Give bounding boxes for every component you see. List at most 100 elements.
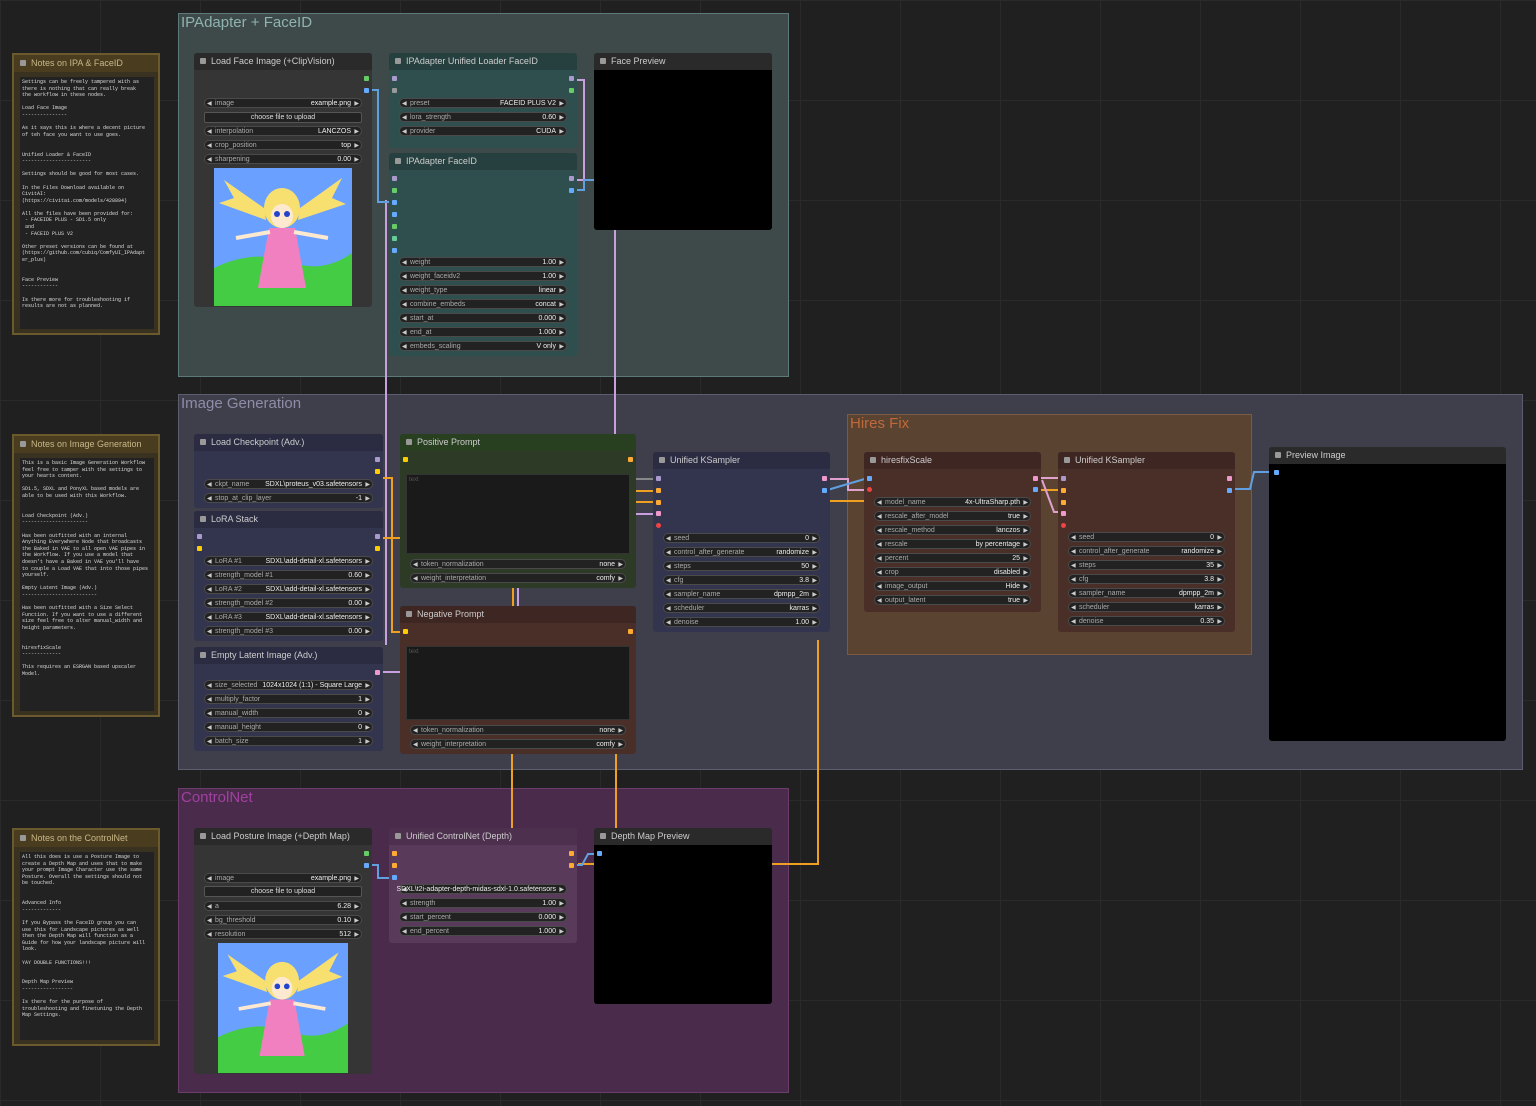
input-slot[interactable] <box>656 488 661 493</box>
widget-strength-model-1[interactable]: ◀ strength_model #1 0.60 ▶ <box>204 570 373 580</box>
widget-crop-position[interactable]: ◀ crop_position top ▶ <box>204 140 362 150</box>
input-slot[interactable] <box>656 511 661 516</box>
output-slot[interactable] <box>628 457 633 462</box>
input-slot[interactable] <box>197 534 202 539</box>
output-slot[interactable] <box>364 88 369 93</box>
node-preview-image[interactable]: Preview Image <box>1269 447 1506 741</box>
input-slot[interactable] <box>392 200 397 205</box>
input-slot[interactable] <box>403 629 408 634</box>
input-slot[interactable] <box>392 863 397 868</box>
output-slot[interactable] <box>822 488 827 493</box>
widget-weight-interpretation[interactable]: ◀ weight_interpretation comfy ▶ <box>410 573 626 583</box>
widget-a[interactable]: ◀ a 6.28 ▶ <box>204 901 362 911</box>
node-depth-map-preview[interactable]: Depth Map Preview <box>594 828 772 1004</box>
output-slot[interactable] <box>375 546 380 551</box>
output-slot[interactable] <box>822 476 827 481</box>
input-slot[interactable] <box>867 487 872 492</box>
input-slot[interactable] <box>392 76 397 81</box>
input-slot[interactable] <box>392 236 397 241</box>
output-slot[interactable] <box>569 88 574 93</box>
widget-lora-3[interactable]: ◀ LoRA #3 SDXL\add-detail-xl.safetensors ▶ <box>204 612 373 622</box>
widget-strength-model-3[interactable]: ◀ strength_model #3 0.00 ▶ <box>204 626 373 636</box>
input-slot[interactable] <box>392 212 397 217</box>
widget-percent[interactable]: ◀ percent 25 ▶ <box>874 553 1031 563</box>
widget-strength-model-2[interactable]: ◀ strength_model #2 0.00 ▶ <box>204 598 373 608</box>
node-load-face-image[interactable]: Load Face Image (+ClipVision) ◀ image exam… <box>194 53 372 307</box>
positive-prompt-text[interactable]: text <box>406 474 630 554</box>
widget-start-percent[interactable]: ◀ start_percent 0.000 ▶ <box>399 912 567 922</box>
widget-scheduler[interactable]: ◀ scheduler karras ▶ <box>1068 602 1225 612</box>
widget-control-after-generate[interactable]: ◀ control_after_generate randomize ▶ <box>1068 546 1225 556</box>
upload-button[interactable]: choose file to upload <box>204 112 362 123</box>
widget-ckpt-name[interactable]: ◀ ckpt_name SDXL\proteus_v03.safetensors ▶ <box>204 479 373 489</box>
note-ipa-faceid[interactable]: Notes on IPA & FaceID Settings can be fr… <box>12 53 160 335</box>
input-slot[interactable] <box>597 851 602 856</box>
widget-combine-embeds[interactable]: ◀ combine_embeds concat ▶ <box>399 299 567 309</box>
node-ipadapter-unified-loader[interactable]: IPAdapter Unified Loader FaceID ◀ preset F… <box>389 53 577 148</box>
output-slot[interactable] <box>569 851 574 856</box>
widget-model-name[interactable]: ◀ model_name 4x-UltraSharp.pth ▶ <box>874 497 1031 507</box>
widget-start-at[interactable]: ◀ start_at 0.000 ▶ <box>399 313 567 323</box>
widget-cfg[interactable]: ◀ cfg 3.8 ▶ <box>663 575 820 585</box>
input-slot[interactable] <box>867 476 872 481</box>
widget-seed[interactable]: ◀ seed 0 ▶ <box>1068 532 1225 542</box>
widget-denoise[interactable]: ◀ denoise 1.00 ▶ <box>663 617 820 627</box>
output-slot[interactable] <box>628 629 633 634</box>
widget-manual-width[interactable]: ◀ manual_width 0 ▶ <box>204 708 373 718</box>
input-slot[interactable] <box>656 500 661 505</box>
widget-control-after-generate[interactable]: ◀ control_after_generate randomize ▶ <box>663 547 820 557</box>
input-slot[interactable] <box>392 224 397 229</box>
widget-rescale-method[interactable]: ◀ rescale_method lanczos ▶ <box>874 525 1031 535</box>
upload-button[interactable]: choose file to upload <box>204 886 362 897</box>
negative-prompt-text[interactable]: text <box>406 646 630 720</box>
widget-output-latent[interactable]: ◀ output_latent true ▶ <box>874 595 1031 605</box>
widget-steps[interactable]: ◀ steps 50 ▶ <box>663 561 820 571</box>
node-unified-controlnet[interactable]: Unified ControlNet (Depth) ◀ SDXL\t2i-ada… <box>389 828 577 943</box>
widget-manual-height[interactable]: ◀ manual_height 0 ▶ <box>204 722 373 732</box>
widget-image-output[interactable]: ◀ image_output Hide ▶ <box>874 581 1031 591</box>
widget-bg-threshold[interactable]: ◀ bg_threshold 0.10 ▶ <box>204 915 362 925</box>
output-slot[interactable] <box>1227 476 1232 481</box>
input-slot[interactable] <box>392 851 397 856</box>
input-slot[interactable] <box>392 88 397 93</box>
note-image-generation[interactable]: Notes on Image Generation This is a basi… <box>12 434 160 717</box>
node-hiresfixscale[interactable]: hiresfixScale ◀ model_name 4x-UltraSharp.p… <box>864 452 1041 612</box>
output-slot[interactable] <box>1033 476 1038 481</box>
input-slot[interactable] <box>392 176 397 181</box>
output-slot[interactable] <box>375 469 380 474</box>
widget-end-at[interactable]: ◀ end_at 1.000 ▶ <box>399 327 567 337</box>
widget-stop-at-clip-layer[interactable]: ◀ stop_at_clip_layer -1 ▶ <box>204 493 373 503</box>
input-slot[interactable] <box>1061 511 1066 516</box>
widget-interpolation[interactable]: ◀ interpolation LANCZOS ▶ <box>204 126 362 136</box>
widget-token-normalization[interactable]: ◀ token_normalization none ▶ <box>410 559 626 569</box>
node-ipadapter-faceid[interactable]: IPAdapter FaceID ◀ weight 1.00 ▶ ◀ weight_fa… <box>389 153 577 356</box>
widget-rescale-after-model[interactable]: ◀ rescale_after_model true ▶ <box>874 511 1031 521</box>
input-slot[interactable] <box>403 457 408 462</box>
output-slot[interactable] <box>375 534 380 539</box>
node-unified-ksampler-2[interactable]: Unified KSampler ◀ seed 0 ▶ ◀ control_after_… <box>1058 452 1235 632</box>
input-slot[interactable] <box>392 875 397 880</box>
widget-resolution[interactable]: ◀ resolution 512 ▶ <box>204 929 362 939</box>
output-slot[interactable] <box>569 863 574 868</box>
widget-weight-interpretation[interactable]: ◀ weight_interpretation comfy ▶ <box>410 739 626 749</box>
note-body[interactable]: Settings can be freely tampered with as … <box>20 77 154 329</box>
widget-image[interactable]: ◀ image example.png ▶ <box>204 873 362 883</box>
output-slot[interactable] <box>569 176 574 181</box>
output-slot[interactable] <box>364 863 369 868</box>
widget-preset[interactable]: ◀ preset FACEID PLUS V2 ▶ <box>399 98 567 108</box>
widget-lora-2[interactable]: ◀ LoRA #2 SDXL\add-detail-xl.safetensors ▶ <box>204 584 373 594</box>
widget-sampler-name[interactable]: ◀ sampler_name dpmpp_2m ▶ <box>1068 588 1225 598</box>
note-controlnet[interactable]: Notes on the ControlNet All this does is… <box>12 828 160 1046</box>
output-slot[interactable] <box>375 457 380 462</box>
widget-weight[interactable]: ◀ weight 1.00 ▶ <box>399 257 567 267</box>
input-slot[interactable] <box>656 476 661 481</box>
widget-cfg[interactable]: ◀ cfg 3.8 ▶ <box>1068 574 1225 584</box>
output-slot[interactable] <box>1033 487 1038 492</box>
node-face-preview[interactable]: Face Preview <box>594 53 772 230</box>
node-lora-stack[interactable]: LoRA Stack ◀ LoRA #1 SDXL\add-detail-xl.sa… <box>194 511 383 641</box>
widget-weight-type[interactable]: ◀ weight_type linear ▶ <box>399 285 567 295</box>
input-slot[interactable] <box>1061 476 1066 481</box>
widget-sampler-name[interactable]: ◀ sampler_name dpmpp_2m ▶ <box>663 589 820 599</box>
widget-embeds-scaling[interactable]: ◀ embeds_scaling V only ▶ <box>399 341 567 351</box>
input-slot[interactable] <box>656 523 661 528</box>
